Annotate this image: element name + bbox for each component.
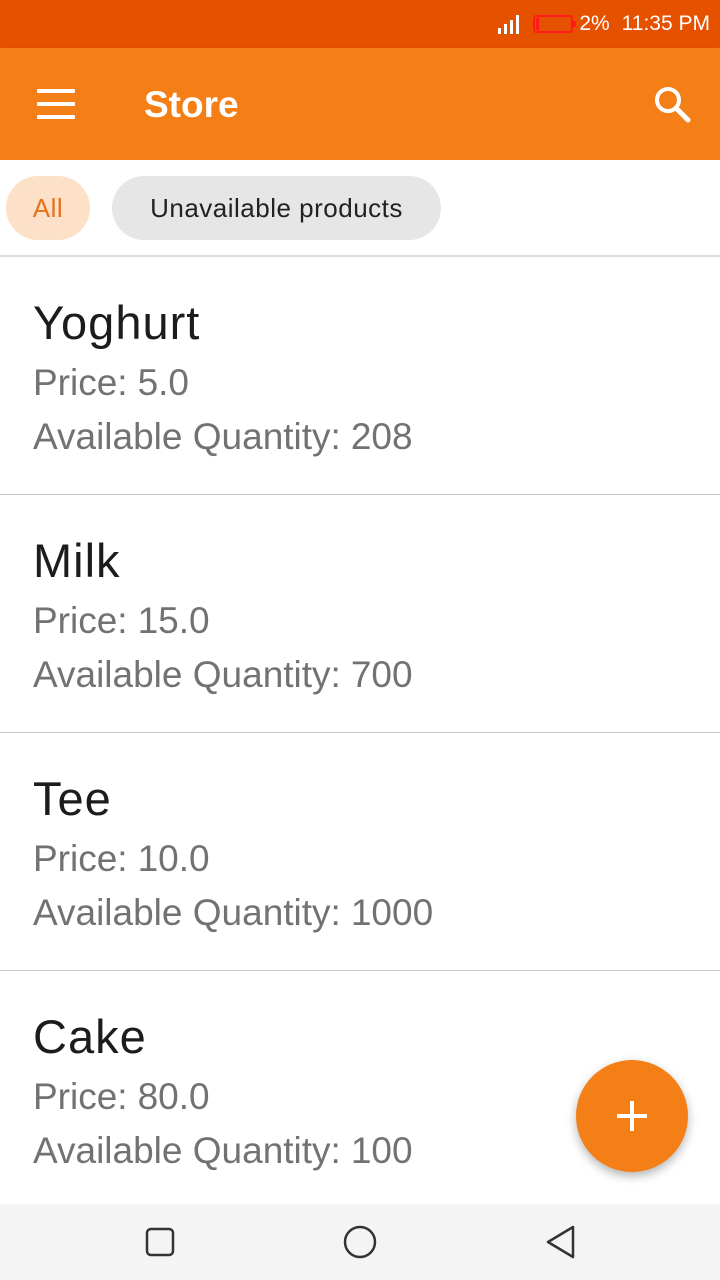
product-quantity: Available Quantity: 208 [33, 415, 413, 459]
signal-icon [498, 14, 520, 34]
product-name: Yoghurt [33, 296, 201, 349]
quantity-value: 700 [350, 654, 413, 695]
product-name: Cake [33, 1010, 147, 1063]
price-value: 5.0 [137, 362, 190, 403]
app-bar: Store [0, 48, 720, 160]
price-label: Price: [33, 1076, 128, 1117]
search-icon[interactable] [648, 80, 696, 128]
price-value: 15.0 [137, 600, 210, 641]
product-name: Tee [33, 772, 112, 825]
quantity-label: Available Quantity: [33, 1130, 341, 1171]
product-quantity: Available Quantity: 100 [33, 1129, 413, 1173]
quantity-value: 1000 [350, 892, 434, 933]
battery-icon [533, 15, 577, 33]
add-icon [617, 1101, 647, 1131]
recent-apps-icon[interactable] [140, 1222, 180, 1262]
battery-level [536, 18, 540, 30]
price-label: Price: [33, 600, 128, 641]
back-icon[interactable] [540, 1222, 580, 1262]
product-price: Price: 80.0 [33, 1075, 210, 1119]
quantity-label: Available Quantity: [33, 892, 341, 933]
quantity-value: 208 [350, 416, 413, 457]
home-icon[interactable] [340, 1222, 380, 1262]
add-product-button[interactable] [576, 1060, 688, 1172]
quantity-label: Available Quantity: [33, 654, 341, 695]
product-item-yoghurt[interactable]: Yoghurt Price: 5.0 Available Quantity: 208 [0, 257, 720, 495]
quantity-value: 100 [350, 1130, 413, 1171]
product-price: Price: 15.0 [33, 599, 210, 643]
status-indicators: 2% 11:35 PM [498, 0, 710, 48]
status-time: 11:35 PM [621, 12, 710, 35]
price-label: Price: [33, 362, 128, 403]
product-price: Price: 5.0 [33, 361, 189, 405]
price-value: 10.0 [137, 838, 210, 879]
product-item-tee[interactable]: Tee Price: 10.0 Available Quantity: 1000 [0, 733, 720, 971]
battery-percent: 2% [579, 12, 610, 35]
menu-icon[interactable] [30, 82, 82, 126]
chip-all[interactable]: All [6, 176, 90, 240]
chip-unavailable-products[interactable]: Unavailable products [112, 176, 441, 240]
page-title: Store [144, 84, 239, 125]
filter-chips: All Unavailable products [0, 160, 720, 257]
product-quantity: Available Quantity: 700 [33, 653, 413, 697]
product-item-milk[interactable]: Milk Price: 15.0 Available Quantity: 700 [0, 495, 720, 733]
product-quantity: Available Quantity: 1000 [33, 891, 433, 935]
price-value: 80.0 [137, 1076, 210, 1117]
navigation-bar [0, 1204, 720, 1280]
quantity-label: Available Quantity: [33, 416, 341, 457]
status-bar: 2% 11:35 PM [0, 0, 720, 48]
price-label: Price: [33, 838, 128, 879]
product-name: Milk [33, 534, 121, 587]
product-price: Price: 10.0 [33, 837, 210, 881]
